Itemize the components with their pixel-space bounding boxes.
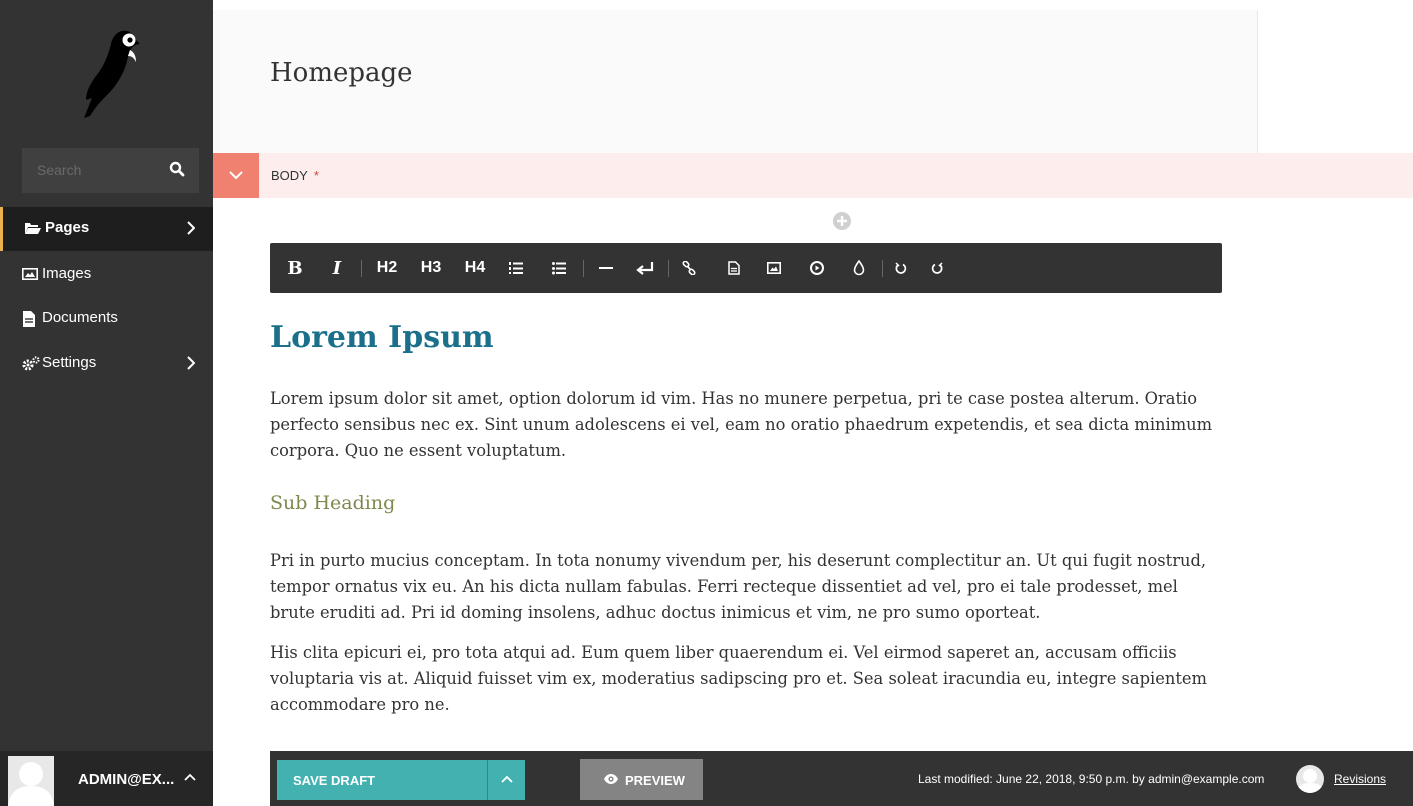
- line-break-icon: [636, 262, 654, 275]
- content-paragraph: Pri in purto mucius conceptam. In tota n…: [270, 551, 1207, 622]
- search-placeholder: Search: [37, 162, 82, 178]
- sidebar-item-label: Pages: [45, 219, 90, 236]
- sidebar-item-documents[interactable]: Documents: [0, 297, 213, 341]
- save-draft-button[interactable]: SAVE DRAFT: [277, 760, 525, 800]
- image-button[interactable]: [764, 243, 784, 293]
- toolbar-separator: [583, 260, 584, 277]
- account-menu[interactable]: ADMIN@EX...: [0, 751, 213, 806]
- ordered-list-button[interactable]: [506, 243, 526, 293]
- user-silhouette-icon: [8, 762, 54, 806]
- sidebar-item-settings[interactable]: Settings: [0, 342, 213, 386]
- undo-icon: [895, 262, 907, 274]
- add-block-icon[interactable]: [832, 211, 852, 231]
- account-label: ADMIN@EX...: [78, 771, 175, 788]
- bullet-list-button[interactable]: [549, 243, 569, 293]
- chevron-down-icon: [229, 171, 243, 180]
- folder-open-icon: [25, 223, 41, 234]
- chevron-up-icon: [184, 773, 196, 781]
- cogs-icon: [22, 356, 40, 371]
- chevron-right-icon: [187, 221, 195, 235]
- redo-icon: [931, 262, 943, 274]
- horizontal-rule-button[interactable]: [596, 243, 616, 293]
- chevron-right-icon: [187, 356, 195, 370]
- sidebar-item-label: Settings: [42, 354, 97, 371]
- footer-action-bar: SAVE DRAFT PREVIEW Last modified: June 2…: [270, 751, 1413, 806]
- field-label: BODY *: [271, 168, 319, 183]
- user-silhouette-icon: [1296, 769, 1324, 793]
- logo[interactable]: [0, 0, 213, 145]
- image-icon: [22, 267, 38, 280]
- wagtail-bird-logo-icon: [84, 30, 140, 118]
- revisions-link[interactable]: Revisions: [1334, 772, 1386, 786]
- toolbar-separator: [668, 260, 669, 277]
- undo-button[interactable]: [891, 243, 911, 293]
- body-field-header: BODY *: [213, 153, 1413, 198]
- rich-text-toolbar: B I H2 H3 H4: [270, 243, 1222, 293]
- sidebar-item-label: Documents: [42, 309, 118, 326]
- h3-button[interactable]: H3: [417, 243, 445, 293]
- eye-icon: [604, 774, 618, 784]
- link-icon: [682, 261, 696, 275]
- bullet-list-icon: [552, 262, 566, 275]
- horizontal-rule-icon: [599, 267, 613, 269]
- content-paragraph: Lorem ipsum dolor sit amet, option dolor…: [270, 389, 1213, 460]
- content-paragraph: His clita epicuri ei, pro tota atqui ad.…: [270, 643, 1207, 714]
- link-button[interactable]: [679, 243, 699, 293]
- color-icon: [853, 260, 865, 276]
- more-actions-toggle[interactable]: [487, 760, 525, 800]
- embed-icon: [810, 261, 824, 275]
- sidebar-item-label: Images: [42, 265, 92, 282]
- preview-button[interactable]: PREVIEW: [580, 759, 703, 800]
- chevron-up-icon: [501, 775, 513, 783]
- italic-button[interactable]: I: [326, 243, 348, 293]
- redo-button[interactable]: [927, 243, 947, 293]
- sidebar-item-images[interactable]: Images: [0, 253, 213, 297]
- bold-button[interactable]: B: [284, 243, 306, 293]
- color-button[interactable]: [849, 243, 869, 293]
- embed-button[interactable]: [807, 243, 827, 293]
- search-input[interactable]: Search: [22, 148, 199, 193]
- ordered-list-icon: [509, 262, 523, 274]
- avatar: [1296, 765, 1324, 793]
- image-icon: [767, 262, 781, 274]
- search-icon[interactable]: [169, 161, 185, 177]
- required-marker: *: [313, 168, 319, 183]
- collapse-field-button[interactable]: [213, 153, 259, 198]
- h2-button[interactable]: H2: [373, 243, 401, 293]
- preview-label: PREVIEW: [625, 773, 685, 788]
- toolbar-separator: [361, 260, 362, 277]
- h4-button[interactable]: H4: [461, 243, 489, 293]
- document-link-icon: [728, 261, 740, 275]
- content-subheading: Sub Heading: [270, 492, 396, 514]
- toolbar-separator: [882, 260, 883, 277]
- last-modified-text: Last modified: June 22, 2018, 9:50 p.m. …: [918, 772, 1265, 786]
- content-heading: Lorem Ipsum: [270, 320, 494, 355]
- page-header: Homepage: [213, 10, 1258, 153]
- page-title: Homepage: [270, 58, 413, 88]
- avatar: [8, 756, 54, 806]
- document-link-button[interactable]: [724, 243, 744, 293]
- document-icon: [23, 311, 35, 327]
- field-label-text: BODY: [271, 168, 308, 183]
- sidebar-item-pages[interactable]: Pages: [0, 207, 213, 251]
- line-break-button[interactable]: [633, 243, 657, 293]
- sidebar: Search Pages Images Documents Settings A…: [0, 0, 213, 806]
- save-draft-label: SAVE DRAFT: [293, 773, 376, 788]
